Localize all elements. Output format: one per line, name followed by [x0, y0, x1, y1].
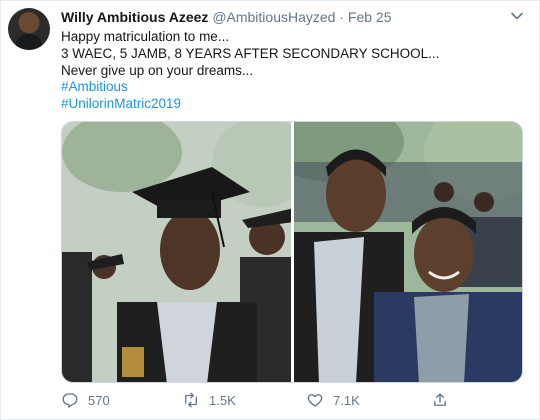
author-name[interactable]: Willy Ambitious Azeez [61, 9, 208, 25]
author-handle[interactable]: @AmbitiousHayzed [212, 9, 335, 25]
share-icon [434, 393, 446, 406]
tweet-date[interactable]: Feb 25 [348, 9, 392, 25]
share-button[interactable] [431, 389, 458, 411]
hashtag-link[interactable]: #Ambitious [61, 79, 521, 96]
tweet-line: Never give up on your dreams... [61, 62, 254, 78]
graduate-selfie-right-image [294, 122, 522, 382]
reply-icon [62, 393, 78, 408]
tweet-line: Happy matriculation to me... [61, 29, 230, 44]
graduate-selfie-left-image [62, 122, 291, 382]
media-photo-right[interactable] [294, 122, 522, 382]
reply-count: 570 [88, 392, 110, 408]
tweet-header: Willy Ambitious Azeez @AmbitiousHayzed ·… [61, 9, 392, 26]
like-button[interactable]: 7.1K [306, 389, 360, 411]
heart-icon [307, 394, 323, 407]
tweet-media[interactable] [61, 121, 523, 383]
header-separator: · [339, 9, 345, 25]
hashtag-link[interactable]: #UnilorinMatric2019 [61, 96, 521, 113]
avatar[interactable] [8, 8, 50, 50]
chevron-down-icon[interactable] [510, 9, 524, 23]
tweet-text: Happy matriculation to me... 3 WAEC, 5 J… [61, 29, 521, 113]
tweet-card[interactable]: Willy Ambitious Azeez @AmbitiousHayzed ·… [0, 0, 540, 420]
retweet-count: 1.5K [209, 392, 236, 408]
tweet-line: 3 WAEC, 5 JAMB, 8 YEARS AFTER SECONDARY … [61, 45, 440, 61]
reply-button[interactable]: 570 [61, 389, 110, 411]
like-count: 7.1K [333, 392, 360, 408]
tweet-actions: 570 1.5K 7.1K [61, 389, 461, 411]
retweet-icon [185, 392, 197, 408]
media-photo-left[interactable] [62, 122, 291, 382]
retweet-button[interactable]: 1.5K [182, 389, 236, 411]
